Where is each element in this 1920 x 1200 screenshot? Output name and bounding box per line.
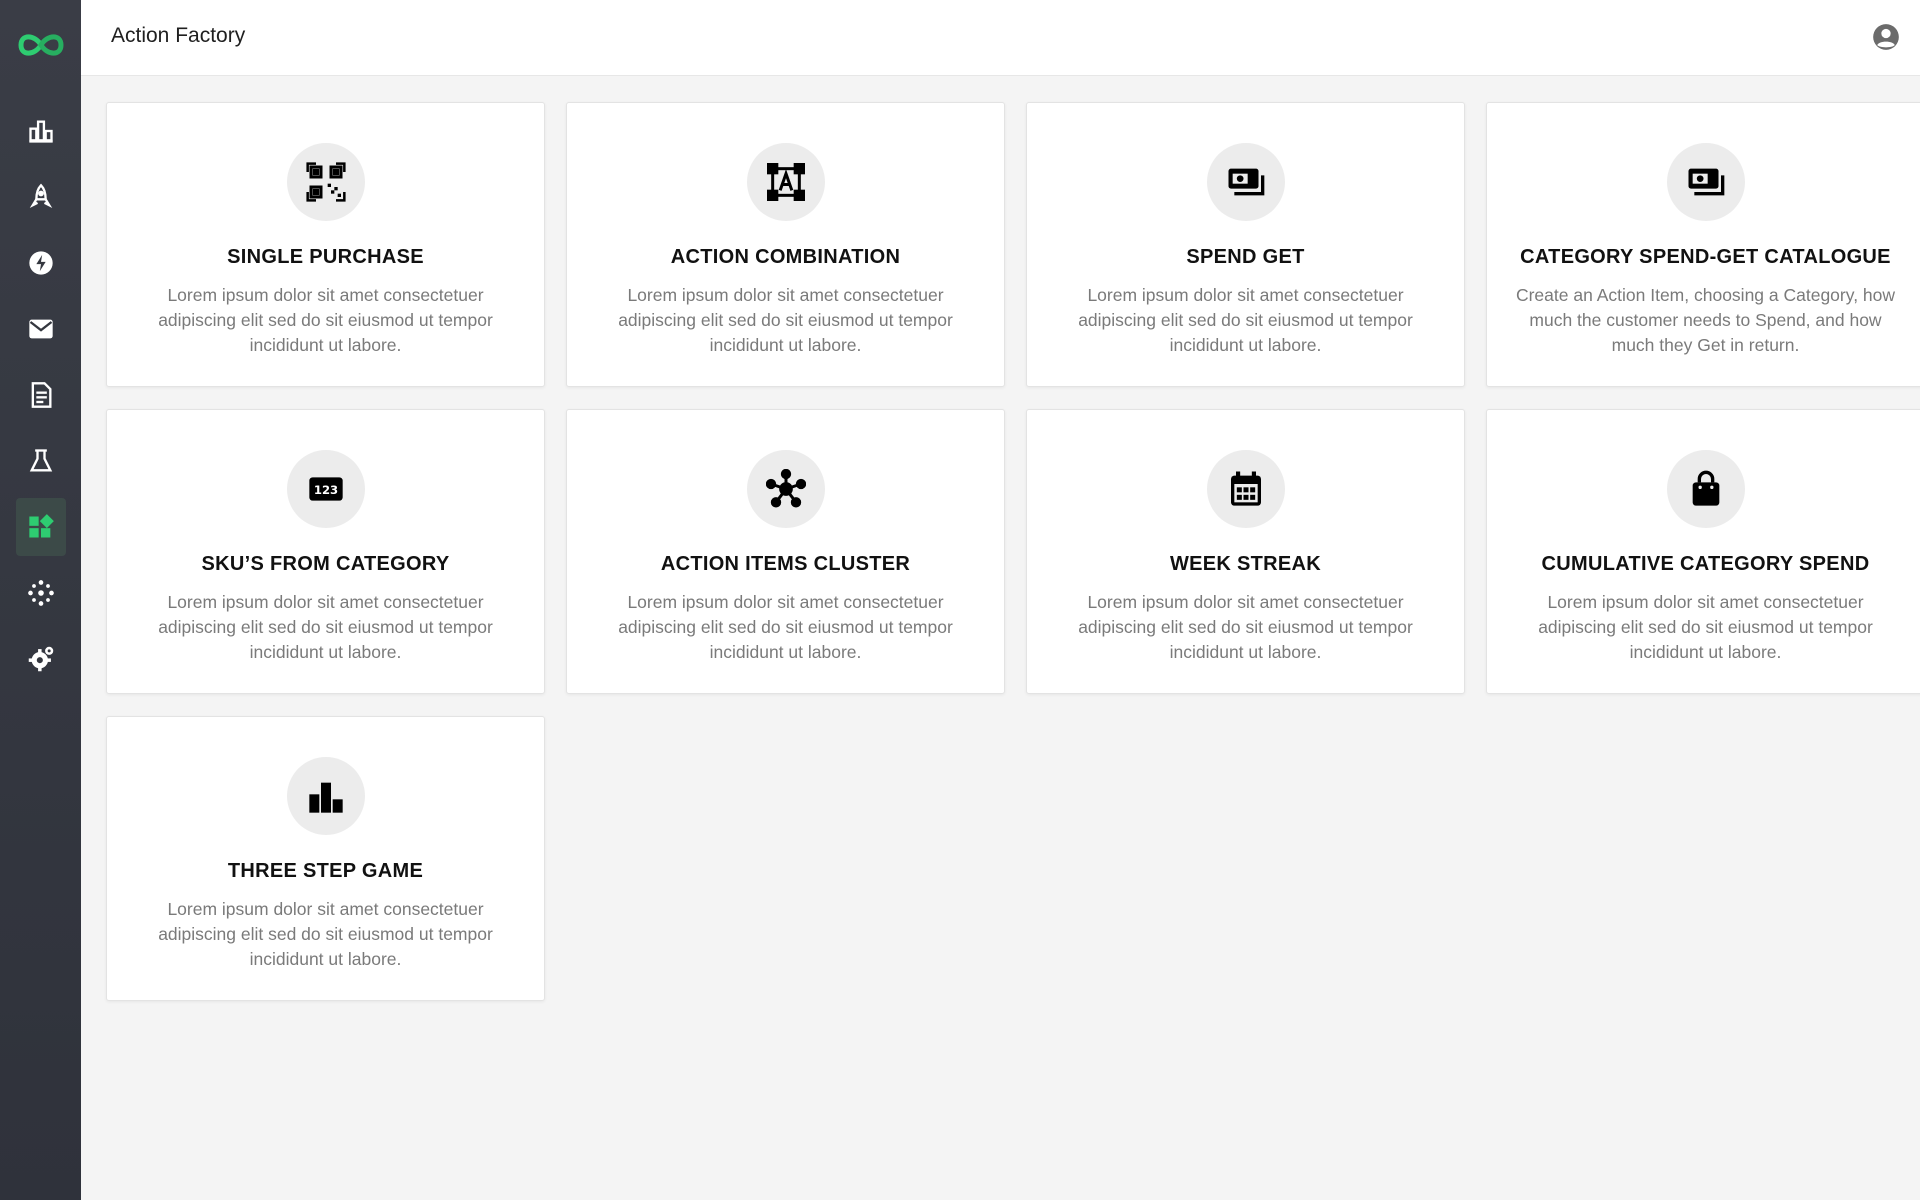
card-title: SPEND GET	[1186, 246, 1305, 268]
page-title: Action Factory	[111, 24, 246, 47]
sidebar-item-cluster[interactable]	[16, 564, 66, 622]
lightning-icon	[29, 251, 53, 275]
card-description: Lorem ipsum dolor sit amet consectetuer …	[158, 285, 493, 355]
card-title: ACTION COMBINATION	[670, 246, 901, 268]
rocket-icon	[29, 183, 53, 209]
infinity-logo-icon[interactable]	[14, 28, 67, 62]
card-single-purchase[interactable]: SINGLE PURCHASE Lorem ipsum dolor sit am…	[106, 102, 545, 387]
cash-icon	[1228, 168, 1264, 196]
gear-icon	[28, 646, 54, 672]
qr-code-icon	[305, 162, 346, 202]
widgets-icon	[29, 514, 54, 538]
vector-box-icon	[766, 163, 805, 201]
card-title: CATEGORY SPEND-GET CATALOGUE	[1520, 246, 1891, 268]
sidebar-item-launch[interactable]	[16, 168, 66, 226]
top-bar: Action Factory	[81, 0, 1920, 76]
cash-icon	[1688, 168, 1724, 196]
card-week-streak[interactable]: WEEK STREAK Lorem ipsum dolor sit amet c…	[1026, 409, 1465, 694]
card-description: Lorem ipsum dolor sit amet consectetuer …	[1078, 285, 1413, 355]
card-three-step-game[interactable]: THREE STEP GAME Lorem ipsum dolor sit am…	[106, 716, 545, 1001]
shopping-bag-icon	[1692, 470, 1719, 506]
sidebar-item-action-factory[interactable]	[16, 498, 66, 556]
sidebar-item-reports[interactable]	[16, 366, 66, 424]
card-cumulative-category-spend[interactable]: CUMULATIVE CATEGORY SPEND Lorem ipsum do…	[1486, 409, 1920, 694]
card-description: Lorem ipsum dolor sit amet consectetuer …	[158, 899, 493, 969]
card-description: Lorem ipsum dolor sit amet consectetuer …	[618, 592, 953, 662]
sidebar-item-settings[interactable]	[16, 630, 66, 688]
card-title: CUMULATIVE CATEGORY SPEND	[1541, 553, 1870, 575]
card-description: Lorem ipsum dolor sit amet consectetuer …	[618, 285, 953, 355]
sidebar-item-dashboard[interactable]	[16, 102, 66, 160]
podium-icon	[308, 782, 343, 813]
card-description: Lorem ipsum dolor sit amet consectetuer …	[1538, 592, 1873, 662]
card-category-spend-get-catalogue[interactable]: CATEGORY SPEND-GET CATALOGUE Create an A…	[1486, 102, 1920, 387]
card-description: Create an Action Item, choosing a Catego…	[1515, 285, 1896, 355]
sidebar-item-messages[interactable]	[16, 300, 66, 358]
sidebar	[0, 0, 81, 1200]
sidebar-item-lab[interactable]	[16, 432, 66, 490]
svg-text:123: 123	[313, 483, 337, 497]
numeric-123-icon: 123	[308, 477, 343, 501]
sidebar-item-actions[interactable]	[16, 234, 66, 292]
mail-icon	[29, 319, 53, 339]
card-title: WEEK STREAK	[1169, 553, 1322, 575]
sparkle-icon	[28, 580, 54, 606]
card-skus-from-category[interactable]: 123 SKU’S FROM CATEGORY Lorem ipsum dolo…	[106, 409, 545, 694]
card-title: THREE STEP GAME	[227, 860, 424, 882]
card-description: Lorem ipsum dolor sit amet consectetuer …	[158, 592, 493, 662]
user-account-icon[interactable]	[1872, 23, 1900, 51]
card-title: SINGLE PURCHASE	[227, 246, 424, 268]
card-title: ACTION ITEMS CLUSTER	[660, 553, 911, 575]
calendar-icon	[1230, 471, 1261, 506]
card-description: Lorem ipsum dolor sit amet consectetuer …	[1078, 592, 1413, 662]
card-action-items-cluster[interactable]: ACTION ITEMS CLUSTER Lorem ipsum dolor s…	[566, 409, 1005, 694]
cluster-icon	[765, 469, 806, 508]
flask-icon	[29, 449, 53, 472]
bar-chart-icon	[29, 120, 53, 143]
document-icon	[31, 382, 52, 408]
card-title: SKU’S FROM CATEGORY	[201, 553, 450, 575]
card-spend-get[interactable]: SPEND GET Lorem ipsum dolor sit amet con…	[1026, 102, 1465, 387]
card-action-combination[interactable]: ACTION COMBINATION Lorem ipsum dolor sit…	[566, 102, 1005, 387]
